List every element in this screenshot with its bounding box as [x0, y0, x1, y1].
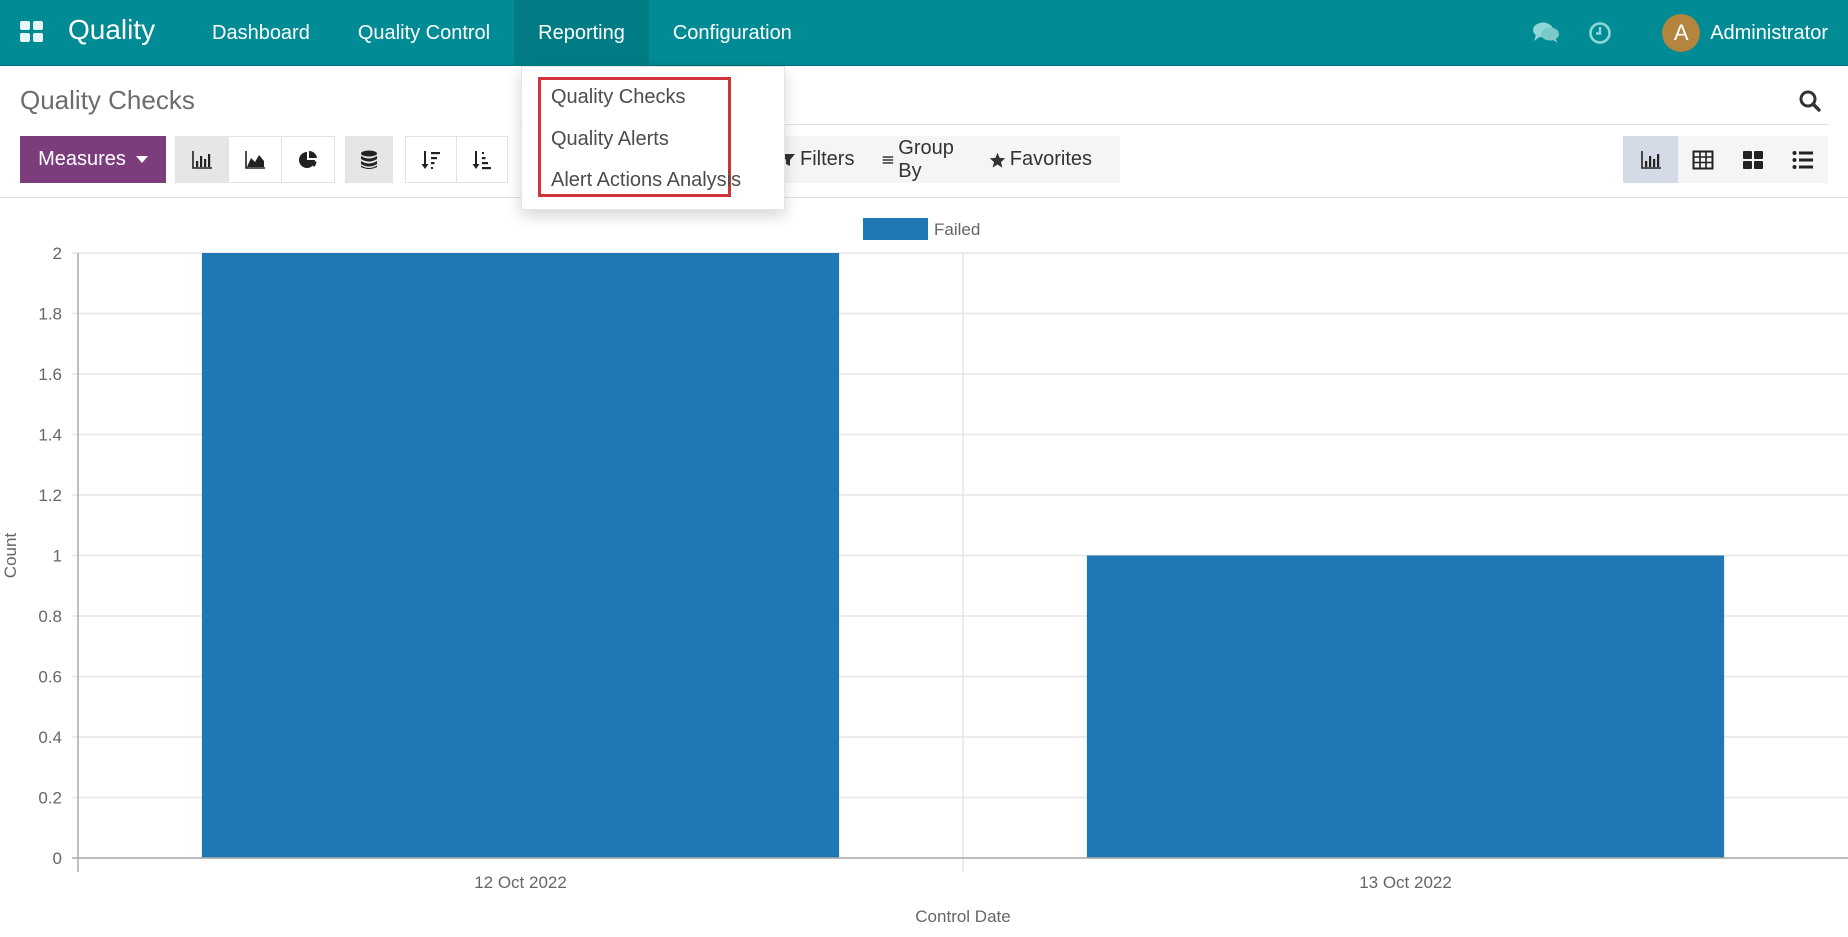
menu-quality-control[interactable]: Quality Control — [334, 0, 514, 66]
caret-down-icon — [135, 156, 148, 163]
filters-toggle[interactable]: Filters — [780, 148, 854, 171]
table-icon — [1692, 150, 1714, 169]
menu-dashboard[interactable]: Dashboard — [188, 0, 334, 66]
favorites-toggle[interactable]: Favorites — [989, 148, 1092, 171]
measures-label: Measures — [38, 148, 126, 170]
pie-chart-icon — [299, 150, 317, 168]
measures-button[interactable]: Measures — [20, 136, 166, 183]
chart-type-group — [175, 136, 335, 183]
stacked-button[interactable] — [345, 136, 393, 183]
y-tick-label: 0 — [53, 849, 62, 868]
reporting-dropdown: Quality Checks Quality Alerts Alert Acti… — [521, 66, 785, 210]
bar — [1086, 555, 1725, 858]
graph-view: 0 0.2 0.4 0.6 0.8 1 1.2 1.4 1.6 1.8 2 12 Oct 2022 13… — [0, 199, 1848, 937]
group-by-toggle[interactable]: Group By — [882, 137, 960, 183]
sort-descending-icon — [421, 150, 440, 169]
x-axis-title: Control Date — [915, 907, 1010, 926]
line-chart-button[interactable] — [228, 136, 282, 183]
pivot-view-button[interactable] — [1678, 136, 1728, 183]
bar-chart-button[interactable] — [175, 136, 229, 183]
legend-swatch — [863, 218, 928, 240]
x-tick-label: 12 Oct 2022 — [474, 873, 567, 892]
y-tick-label: 1 — [53, 547, 62, 566]
area-chart-icon — [245, 150, 265, 169]
sort-ascending-icon — [472, 150, 491, 169]
th-large-icon — [1743, 150, 1763, 169]
bar-chart-icon — [192, 150, 212, 169]
y-tick-label: 2 — [53, 244, 62, 263]
y-tick-label: 1.6 — [38, 365, 62, 384]
search-options-bar: Filters Group By Favorites — [750, 136, 1120, 183]
x-tick-label: 13 Oct 2022 — [1359, 873, 1452, 892]
y-tick-label: 1.8 — [38, 305, 62, 324]
y-tick-label: 1.4 — [38, 426, 62, 445]
filters-label: Filters — [800, 148, 855, 170]
dropdown-item-quality-checks[interactable]: Quality Checks — [551, 86, 686, 109]
chat-icon[interactable] — [1532, 21, 1560, 45]
sort-group — [405, 136, 508, 183]
kanban-view-button[interactable] — [1728, 136, 1778, 183]
app-brand[interactable]: Quality — [68, 14, 155, 46]
menu-reporting[interactable]: Reporting — [514, 0, 649, 66]
sort-descending-button[interactable] — [405, 136, 457, 183]
bars-icon — [883, 155, 894, 164]
menu-configuration[interactable]: Configuration — [649, 0, 816, 66]
search-icon[interactable] — [1798, 89, 1822, 113]
apps-grid-icon[interactable] — [20, 21, 44, 43]
page-title: Quality Checks — [20, 85, 195, 115]
list-icon — [1792, 150, 1813, 169]
y-tick-label: 0.6 — [38, 668, 62, 687]
clock-icon[interactable] — [1588, 21, 1612, 45]
y-axis-title: Count — [1, 533, 20, 579]
bar — [201, 253, 840, 858]
database-icon — [361, 150, 377, 169]
bar-chart-icon — [1640, 150, 1661, 169]
favorites-label: Favorites — [1009, 148, 1092, 170]
group-by-label: Group By — [898, 136, 954, 182]
legend-label: Failed — [934, 220, 980, 239]
dropdown-item-alert-actions-analysis[interactable]: Alert Actions Analysis — [551, 169, 741, 192]
user-avatar[interactable]: A — [1662, 14, 1701, 52]
stacked-group — [345, 136, 393, 183]
dropdown-item-quality-alerts[interactable]: Quality Alerts — [551, 128, 669, 151]
user-name[interactable]: Administrator — [1710, 22, 1828, 45]
main-menu: Dashboard Quality Control Reporting Conf… — [188, 0, 816, 66]
sort-ascending-button[interactable] — [456, 136, 508, 183]
star-icon — [989, 152, 1005, 168]
pie-chart-button[interactable] — [281, 136, 335, 183]
navbar-systray: A Administrator — [1532, 0, 1828, 66]
control-panel: Quality Checks Measures — [0, 67, 1848, 198]
list-view-button[interactable] — [1778, 136, 1828, 183]
y-tick-label: 1.2 — [38, 486, 62, 505]
bar-chart: 0 0.2 0.4 0.6 0.8 1 1.2 1.4 1.6 1.8 2 12 Oct 2022 13… — [1, 218, 1848, 926]
y-tick-label: 0.2 — [38, 789, 62, 808]
view-switcher — [1623, 136, 1828, 183]
graph-view-button[interactable] — [1623, 136, 1678, 183]
y-tick-label: 0.4 — [38, 728, 62, 747]
top-navbar: Quality Dashboard Quality Control Report… — [0, 0, 1848, 66]
y-tick-label: 0.8 — [38, 607, 62, 626]
